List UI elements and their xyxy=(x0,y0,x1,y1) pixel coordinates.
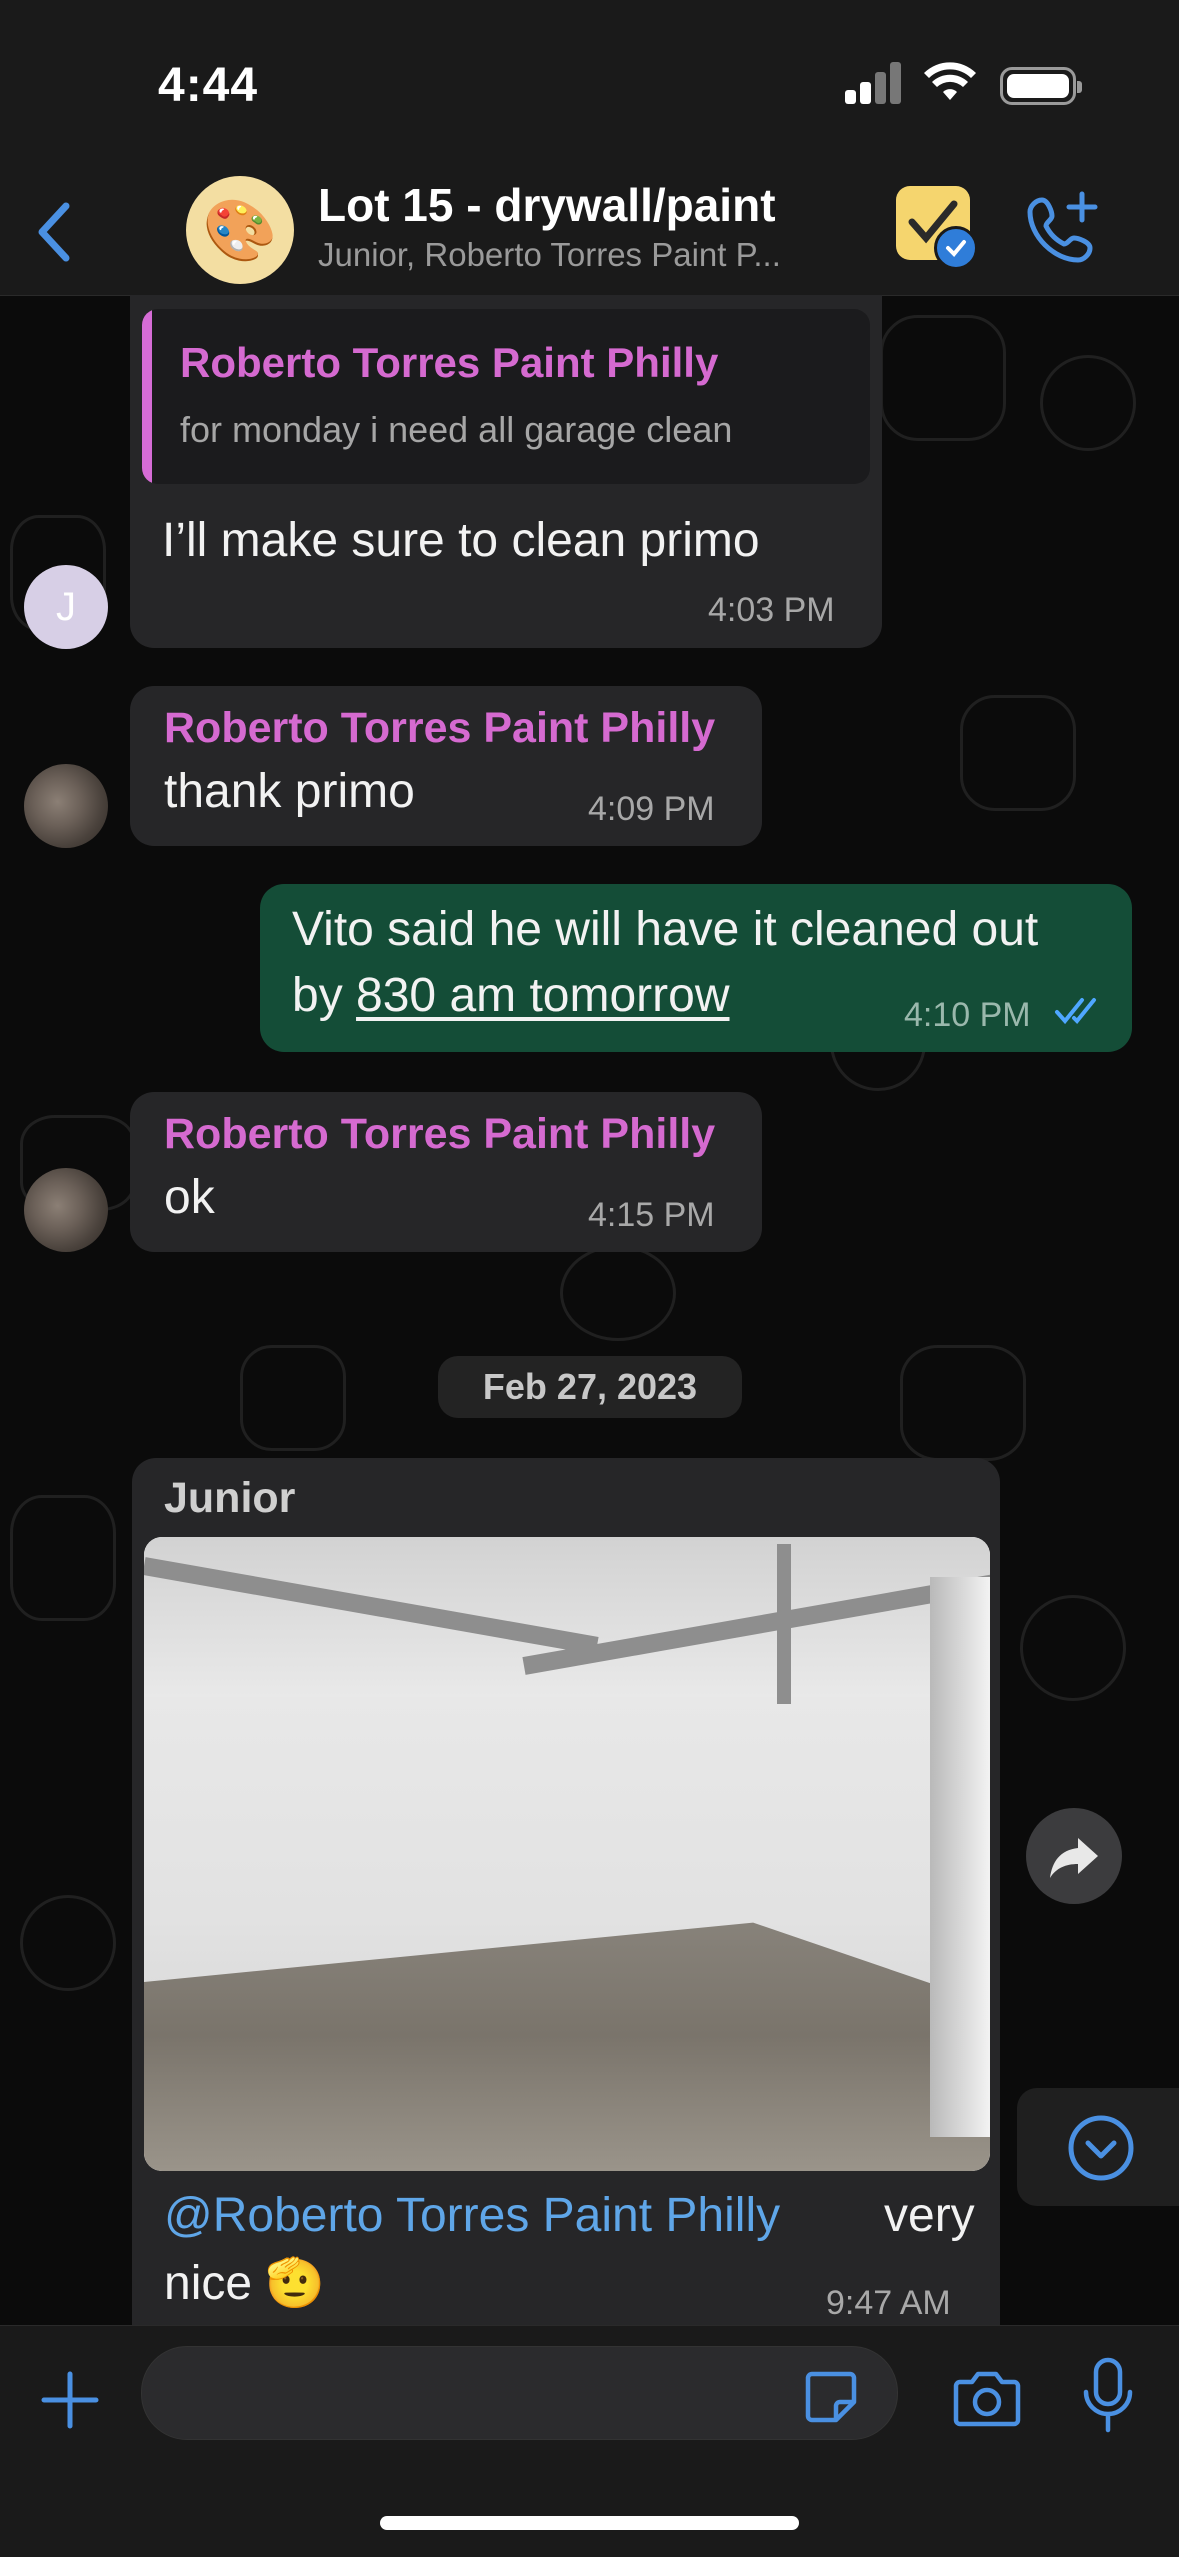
message-text: I’ll make sure to clean primo xyxy=(162,514,760,567)
message-time: 4:09 PM xyxy=(588,790,715,828)
mention-link[interactable]: @Roberto Torres Paint Philly xyxy=(164,2188,780,2243)
add-call-icon[interactable] xyxy=(1024,186,1104,266)
chevron-down-icon xyxy=(1068,2115,1134,2181)
message-text: very xyxy=(884,2189,975,2242)
sender-name[interactable]: Junior xyxy=(164,1474,295,1523)
sender-name[interactable]: Roberto Torres Paint Philly xyxy=(164,704,715,753)
message-bubble-incoming[interactable]: Roberto Torres Paint Philly ok 4:15 PM xyxy=(130,1092,762,1252)
sender-name[interactable]: Roberto Torres Paint Philly xyxy=(164,1110,715,1159)
home-indicator[interactable] xyxy=(380,2516,799,2530)
message-composer xyxy=(0,2325,1179,2557)
group-avatar[interactable]: 🎨 xyxy=(186,176,294,284)
sender-avatar[interactable] xyxy=(24,764,108,848)
message-bubble-incoming[interactable]: Roberto Torres Paint Philly for monday i… xyxy=(130,295,882,648)
date-link[interactable]: 830 am tomorrow xyxy=(356,969,729,1022)
message-time: 4:10 PM xyxy=(904,996,1031,1034)
sender-avatar[interactable] xyxy=(24,1168,108,1252)
chat-participants[interactable]: Junior, Roberto Torres Paint P... xyxy=(318,236,781,274)
message-time: 4:03 PM xyxy=(708,591,835,629)
quote-accent-bar xyxy=(142,309,152,484)
date-separator: Feb 27, 2023 xyxy=(438,1356,742,1418)
wifi-icon xyxy=(924,62,976,100)
quoted-text: for monday i need all garage clean xyxy=(180,409,733,450)
message-text: thank primo xyxy=(164,765,415,818)
status-time: 4:44 xyxy=(158,59,259,112)
chat-header: 🎨 Lot 15 - drywall/paint Junior, Roberto… xyxy=(0,170,1179,296)
message-text-line2: nice 🫡 xyxy=(164,2257,326,2310)
message-text: ok xyxy=(164,1171,215,1224)
message-input[interactable] xyxy=(141,2346,898,2440)
message-bubble-incoming[interactable]: Roberto Torres Paint Philly thank primo … xyxy=(130,686,762,846)
message-text-line2: by 830 am tomorrow xyxy=(292,969,730,1022)
message-bubble-outgoing[interactable]: Vito said he will have it cleaned out by… xyxy=(260,884,1132,1052)
garage-photo[interactable] xyxy=(144,1537,990,2171)
message-time: 4:15 PM xyxy=(588,1196,715,1234)
forward-button[interactable] xyxy=(1026,1808,1122,1904)
chat-title[interactable]: Lot 15 - drywall/paint xyxy=(318,178,776,232)
plus-icon[interactable] xyxy=(38,2368,102,2432)
read-receipt-icon xyxy=(1055,998,1096,1025)
camera-icon[interactable] xyxy=(952,2368,1022,2428)
microphone-icon[interactable] xyxy=(1080,2356,1136,2436)
scroll-to-bottom-button[interactable] xyxy=(1017,2088,1179,2206)
quoted-message[interactable]: Roberto Torres Paint Philly for monday i… xyxy=(142,309,870,484)
status-bar: 4:44 xyxy=(0,0,1179,170)
message-time: 9:47 AM xyxy=(826,2284,951,2322)
sticker-icon[interactable] xyxy=(802,2368,860,2426)
quoted-sender: Roberto Torres Paint Philly xyxy=(180,339,719,386)
back-chevron-icon[interactable] xyxy=(20,192,90,272)
verified-badge-icon[interactable] xyxy=(896,186,978,270)
sender-avatar[interactable]: J xyxy=(24,565,108,649)
battery-icon xyxy=(1000,67,1082,105)
forward-arrow-icon xyxy=(1050,1838,1098,1878)
cellular-signal-icon xyxy=(845,62,903,104)
message-text: Vito said he will have it cleaned out xyxy=(292,903,1039,956)
